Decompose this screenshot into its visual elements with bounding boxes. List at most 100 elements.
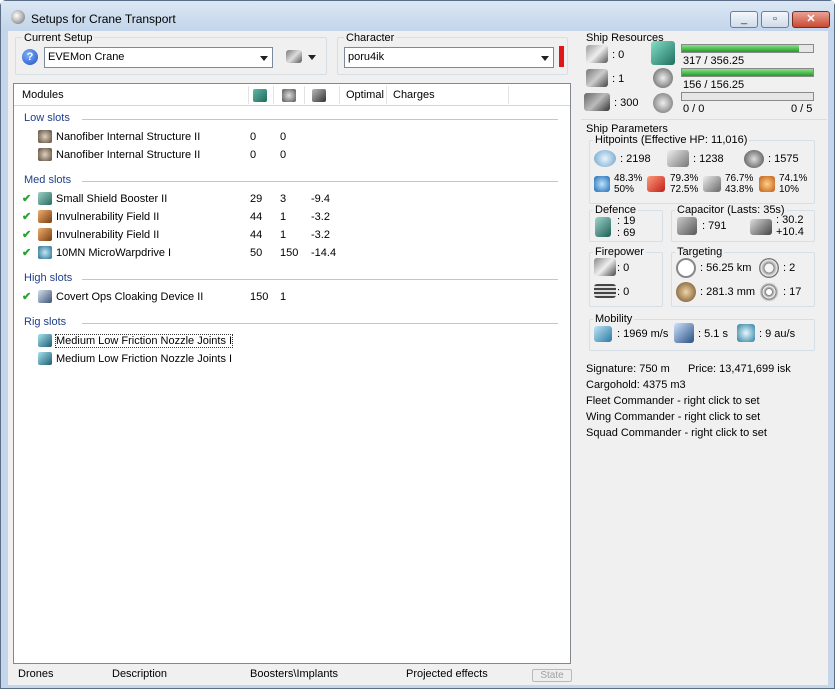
hull-icon — [744, 150, 764, 168]
kinetic-resist-icon — [703, 176, 721, 192]
col-optimal[interactable]: Optimal — [346, 89, 384, 101]
module-row[interactable]: Nanofiber Internal Structure II 0 0 — [14, 146, 570, 164]
module-name: Nanofiber Internal Structure II — [56, 149, 201, 161]
module-powergrid: 1 — [280, 291, 287, 303]
module-capacitor: -3.2 — [311, 229, 330, 241]
active-check-icon[interactable]: ✔ — [22, 210, 31, 223]
col-charges[interactable]: Charges — [393, 89, 435, 101]
title-bar[interactable]: Setups for Crane Transport _ ▫ ✕ — [1, 1, 834, 31]
cargohold: Cargohold: 4375 m3 — [586, 379, 686, 391]
active-check-icon[interactable]: ✔ — [22, 228, 31, 241]
window-title: Setups for Crane Transport — [31, 12, 176, 26]
mobility-title: Mobility — [593, 313, 635, 325]
cpu-icon — [651, 41, 675, 65]
section-title: Low slots — [24, 112, 70, 124]
missile-damage-icon — [594, 284, 616, 298]
module-row[interactable]: Nanofiber Internal Structure II 0 0 — [14, 128, 570, 146]
module-powergrid: 3 — [280, 193, 287, 205]
module-name: Medium Low Friction Nozzle Joints I — [54, 334, 234, 348]
targeting-range: : 56.25 km — [700, 262, 752, 274]
active-check-icon[interactable]: ✔ — [22, 192, 31, 205]
module-name: Small Shield Booster II — [56, 193, 168, 205]
warp-speed-icon — [737, 324, 755, 342]
max-targets: : 2 — [783, 262, 796, 274]
module-row[interactable]: ✔ 10MN MicroWarpdrive I 50 150 -14.4 — [14, 244, 570, 262]
powergrid-text: 156 / 156.25 — [683, 79, 745, 91]
tab-description[interactable]: Description — [112, 668, 167, 680]
col-modules[interactable]: Modules — [22, 89, 64, 101]
module-cpu: 44 — [250, 211, 263, 223]
module-powergrid: 0 — [280, 149, 287, 161]
close-button[interactable]: ✕ — [792, 11, 830, 28]
state-button[interactable]: State — [532, 669, 572, 682]
client-area: Current Setup ? EVEMon Crane Character p… — [8, 31, 828, 685]
turret-hardpoint-icon — [586, 45, 608, 63]
invulnerability-field-icon — [38, 228, 52, 241]
scan-resolution-icon — [676, 282, 696, 302]
capacitor-title: Capacitor (Lasts: 35s) — [675, 204, 787, 216]
modules-panel[interactable]: Modules Optimal Charges Low slots Nanofib… — [13, 83, 571, 664]
wing-commander[interactable]: Wing Commander - right click to set — [586, 411, 760, 423]
chevron-down-icon — [541, 56, 549, 61]
powergrid-bar — [681, 68, 814, 77]
chevron-down-icon — [260, 56, 268, 61]
module-powergrid: 1 — [280, 229, 287, 241]
nanofiber-icon — [38, 148, 52, 161]
character-label: Character — [344, 32, 397, 44]
ship-menu-icon[interactable] — [286, 50, 302, 63]
turret-count: : 0 — [612, 49, 625, 61]
character-dropdown[interactable]: poru4ik — [344, 47, 554, 68]
minimize-button[interactable]: _ — [730, 11, 758, 28]
active-check-icon[interactable]: ✔ — [22, 290, 31, 303]
nanofiber-icon — [38, 130, 52, 143]
module-cpu: 0 — [250, 131, 257, 143]
active-check-icon[interactable]: ✔ — [22, 246, 31, 259]
thermal-resist-icon — [647, 176, 665, 192]
module-cpu: 150 — [250, 291, 269, 303]
cpu-column-icon[interactable] — [253, 89, 267, 102]
cpu-text: 317 / 356.25 — [683, 55, 745, 67]
microwarpdrive-icon — [38, 246, 52, 259]
explosive-resist-values: 74.1% 10% — [779, 173, 808, 195]
fleet-commander[interactable]: Fleet Commander - right click to set — [586, 395, 760, 407]
module-name: Covert Ops Cloaking Device II — [56, 291, 204, 303]
help-icon[interactable]: ? — [22, 49, 38, 65]
module-cpu: 44 — [250, 229, 263, 241]
squad-commander[interactable]: Squad Commander - right click to set — [586, 427, 767, 439]
module-capacitor: -3.2 — [311, 211, 330, 223]
setups-window: Setups for Crane Transport _ ▫ ✕ Current… — [0, 0, 835, 689]
module-row[interactable]: ✔ Invulnerability Field II 44 1 -3.2 — [14, 226, 570, 244]
module-cpu: 0 — [250, 149, 257, 161]
module-row[interactable]: ✔ Small Shield Booster II 29 3 -9.4 — [14, 190, 570, 208]
calibration-value: : 300 — [614, 97, 639, 109]
capacitor-column-icon[interactable] — [312, 89, 326, 102]
module-name: Medium Low Friction Nozzle Joints I — [56, 353, 233, 365]
setup-dropdown[interactable]: EVEMon Crane — [44, 47, 273, 68]
tab-boosters-implants[interactable]: Boosters\Implants — [250, 668, 338, 680]
calibration-icon — [584, 93, 610, 111]
module-powergrid: 1 — [280, 211, 287, 223]
ship-menu-chevron-icon[interactable] — [308, 55, 316, 60]
setup-value: EVEMon Crane — [48, 51, 125, 63]
maximize-button[interactable]: ▫ — [761, 11, 789, 28]
signature-radius: Signature: 750 m — [586, 363, 670, 375]
explosive-resist-icon — [759, 176, 775, 192]
align-time: : 5.1 s — [698, 328, 728, 340]
powergrid-column-icon[interactable] — [282, 89, 296, 102]
firepower-title: Firepower — [593, 246, 646, 258]
module-row[interactable]: Medium Low Friction Nozzle Joints I — [14, 350, 570, 368]
module-cpu: 50 — [250, 247, 263, 259]
module-row[interactable]: ✔ Invulnerability Field II 44 1 -3.2 — [14, 208, 570, 226]
module-row[interactable]: ✔ Covert Ops Cloaking Device II 150 1 — [14, 288, 570, 306]
tab-drones[interactable]: Drones — [18, 668, 53, 680]
module-cpu: 29 — [250, 193, 263, 205]
rig-icon — [38, 334, 52, 347]
firepower-value-2: : 0 — [617, 286, 630, 298]
module-name: Nanofiber Internal Structure II — [56, 131, 201, 143]
max-speed: : 1969 m/s — [617, 328, 669, 340]
tab-projected-effects[interactable]: Projected effects — [406, 668, 488, 680]
hull-hp: : 1575 — [768, 153, 799, 165]
module-row[interactable]: Medium Low Friction Nozzle Joints I — [14, 332, 570, 350]
rig-icon — [38, 352, 52, 365]
drone-bar — [681, 92, 814, 101]
